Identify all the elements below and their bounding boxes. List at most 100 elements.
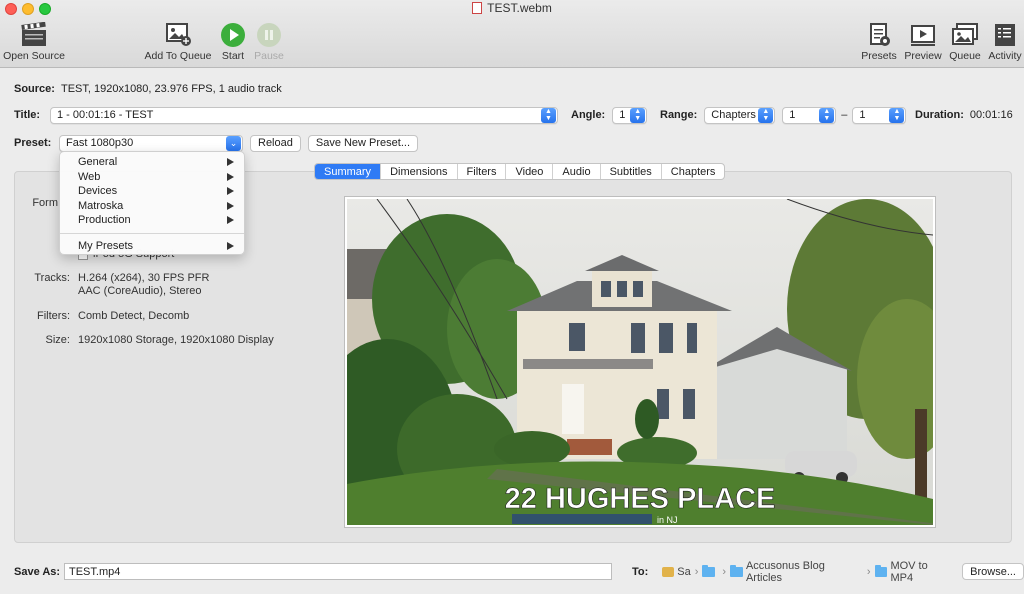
tab-filters[interactable]: Filters — [458, 164, 507, 179]
save-as-label: Save As: — [14, 565, 61, 578]
preset-label: Preset: — [14, 137, 52, 149]
preview-button[interactable]: Preview — [903, 22, 943, 62]
add-to-queue-label: Add To Queue — [144, 50, 212, 62]
menu-item-label: Matroska — [78, 199, 124, 212]
folder-icon — [702, 564, 716, 577]
preview-label: Preview — [904, 50, 942, 62]
tab-summary[interactable]: Summary — [315, 164, 382, 179]
tab-audio[interactable]: Audio — [553, 164, 601, 179]
queue-label: Queue — [949, 50, 981, 62]
tracks-audio: AAC (CoreAudio), Stereo — [78, 285, 202, 297]
tab-dimensions[interactable]: Dimensions — [381, 164, 458, 179]
tab-video[interactable]: Video — [506, 164, 554, 179]
popup-arrows-icon: ▲ ▼ — [758, 107, 774, 123]
path-chevron-icon: › — [866, 565, 871, 578]
reload-button[interactable]: Reload — [250, 134, 301, 152]
angle-label: Angle: — [571, 109, 606, 121]
tracks-video: H.264 (x264), 30 FPS PFR — [78, 272, 210, 284]
angle-popup-value: 1 — [619, 109, 626, 121]
range-end-value: 1 — [859, 109, 866, 121]
presets-button[interactable]: Presets — [860, 22, 898, 62]
preview-image: 22 HUGHES PLACE in NJ — [344, 196, 936, 528]
angle-popup[interactable]: 1 ▲ ▼ — [612, 106, 648, 124]
range-start-value: 1 — [789, 109, 796, 121]
menu-item-general[interactable]: General — [60, 155, 244, 170]
save-as-input[interactable]: TEST.mp4 — [64, 563, 612, 580]
menu-item-label: Devices — [78, 185, 118, 198]
tracks-value: H.264 (x264), 30 FPS PFR AAC (CoreAudio)… — [78, 272, 209, 298]
submenu-arrow-icon — [227, 216, 234, 225]
popup-arrows-icon: ▲ ▼ — [889, 107, 905, 123]
browse-button[interactable]: Browse... — [962, 563, 1024, 580]
pause-label: Pause — [254, 50, 284, 62]
submenu-arrow-icon — [227, 241, 234, 250]
preset-popup[interactable]: Fast 1080p30 ⌄ — [59, 134, 243, 152]
window-title-text: TEST.webm — [487, 1, 552, 15]
submenu-arrow-icon — [227, 172, 234, 181]
menu-item-production[interactable]: Production — [60, 213, 244, 228]
title-popup-value: 1 - 00:01:16 - TEST — [57, 109, 154, 121]
range-end-popup[interactable]: 1 ▲ ▼ — [852, 106, 907, 124]
title-row: Title: 1 - 00:01:16 - TEST ▲ ▼ — [14, 106, 558, 124]
menu-item-my-presets[interactable]: My Presets — [60, 239, 244, 254]
queue-button[interactable]: Queue — [947, 22, 983, 62]
popup-arrows-icon: ▲ ▼ — [819, 107, 835, 123]
menu-item-label: General — [78, 156, 118, 169]
tab-subtitles[interactable]: Subtitles — [601, 164, 662, 179]
destination-row: To: Sa › › Accusonus Blog Articles › MOV… — [632, 560, 1024, 584]
activity-label: Activity — [988, 50, 1022, 62]
activity-log-icon — [995, 24, 1015, 46]
path-segment-mov-to-mp4: MOV to MP4 — [890, 559, 928, 584]
chevron-down-icon: ⌄ — [226, 135, 241, 151]
add-to-queue-button[interactable]: Add To Queue — [142, 22, 214, 62]
activity-button[interactable]: Activity — [986, 22, 1024, 62]
pause-icon — [257, 23, 281, 47]
presets-icon — [870, 23, 890, 46]
preset-row: Preset: Fast 1080p30 ⌄ Reload Save New P… — [14, 134, 419, 152]
drive-icon — [662, 566, 675, 577]
queue-icon — [952, 23, 978, 45]
play-icon — [221, 23, 245, 47]
presets-label: Presets — [861, 50, 897, 62]
path-chevron-icon: › — [694, 565, 699, 578]
filters-label: Filters: — [37, 310, 70, 322]
format-label: Form — [32, 197, 58, 209]
path-segment-blog: Accusonus Blog Articles — [745, 559, 825, 584]
popup-arrows-icon: ▲ ▼ — [630, 107, 646, 123]
save-new-preset-button[interactable]: Save New Preset... — [307, 134, 419, 152]
source-label: Source: — [14, 83, 55, 95]
tracks-label: Tracks: — [34, 272, 70, 284]
submenu-arrow-icon — [227, 187, 234, 196]
submenu-arrow-icon — [227, 158, 234, 167]
menu-item-web[interactable]: Web — [60, 170, 244, 185]
duration-value: 00:01:16 — [969, 109, 1013, 121]
duration-label: Duration: — [915, 109, 964, 121]
tab-chapters[interactable]: Chapters — [662, 164, 725, 179]
menu-item-devices[interactable]: Devices — [60, 184, 244, 199]
title-label: Title: — [14, 109, 41, 121]
title-popup[interactable]: 1 - 00:01:16 - TEST ▲ ▼ — [50, 106, 558, 124]
preset-menu: General Web Devices Matroska Production … — [59, 151, 245, 255]
subcaption-text: in NJ — [657, 515, 678, 525]
range-type-value: Chapters — [711, 109, 756, 121]
menu-separator — [60, 232, 244, 234]
size-label: Size: — [45, 334, 70, 346]
open-source-label: Open Source — [3, 50, 65, 62]
to-label: To: — [632, 565, 649, 578]
size-value: 1920x1080 Storage, 1920x1080 Display — [78, 334, 274, 346]
pause-button[interactable]: Pause — [252, 22, 286, 62]
destination-path[interactable]: Sa › › Accusonus Blog Articles › MOV to … — [662, 560, 953, 584]
start-button[interactable]: Start — [218, 22, 248, 62]
angle-row: Angle: 1 ▲ ▼ — [571, 106, 648, 124]
open-source-button[interactable]: Open Source — [3, 22, 65, 62]
document-icon — [472, 2, 483, 14]
menu-item-label: Web — [78, 170, 101, 183]
folder-icon — [874, 564, 888, 577]
range-start-popup[interactable]: 1 ▲ ▼ — [782, 106, 837, 124]
path-chevron-icon: › — [722, 565, 726, 578]
range-row: Range: Chapters ▲ ▼ 1 ▲ ▼ – 1 ▲ ▼ — [660, 106, 907, 124]
range-type-popup[interactable]: Chapters ▲ ▼ — [704, 106, 776, 124]
range-label: Range: — [660, 109, 698, 121]
duration-row: Duration: 00:01:16 — [915, 106, 1013, 124]
menu-item-matroska[interactable]: Matroska — [60, 199, 244, 214]
